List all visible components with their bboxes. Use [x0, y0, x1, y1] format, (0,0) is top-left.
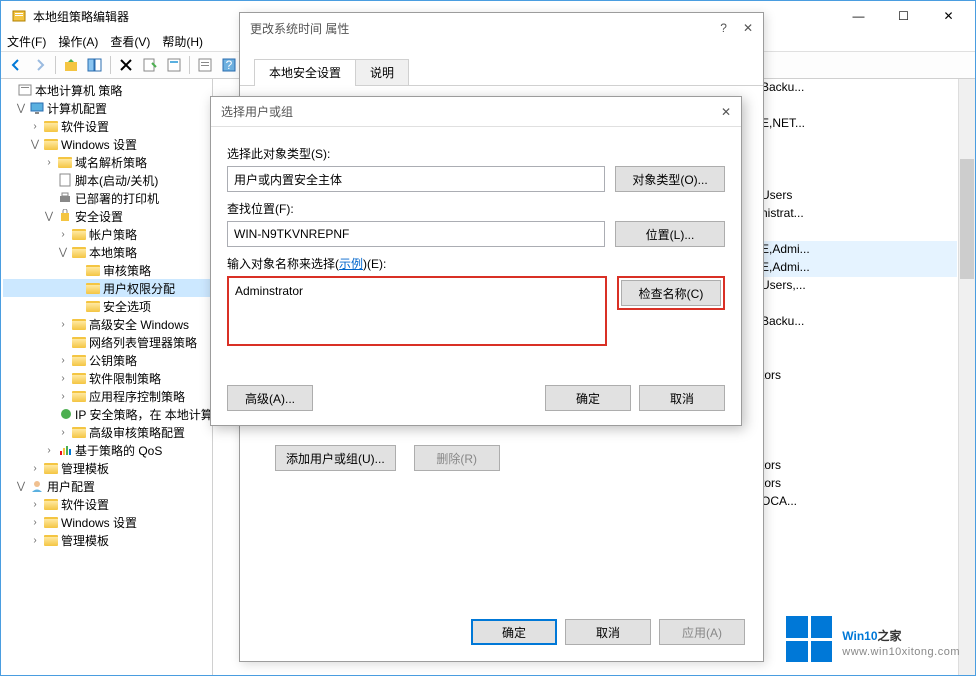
list-item[interactable]: tors [757, 367, 957, 385]
watermark-url: www.win10xitong.com [842, 646, 960, 658]
add-user-group-button[interactable]: 添加用户或组(U)... [275, 445, 396, 471]
cancel-button[interactable]: 取消 [639, 385, 725, 411]
list-item[interactable] [757, 439, 957, 457]
minimize-button[interactable]: — [836, 1, 881, 31]
select-title: 选择用户或组 [221, 103, 721, 120]
list-item[interactable]: tors [757, 457, 957, 475]
security-icon [57, 208, 73, 224]
location-field: WIN-N9TKVNREPNF [227, 221, 605, 247]
list-item[interactable]: Users [757, 187, 957, 205]
ok-button[interactable]: 确定 [545, 385, 631, 411]
qos-icon [57, 442, 73, 458]
ok-button[interactable]: 确定 [471, 619, 557, 645]
export-icon[interactable] [139, 54, 161, 76]
names-label: 输入对象名称来选择(示例)(E): [227, 255, 725, 272]
check-names-button[interactable]: 检查名称(C) [621, 280, 721, 306]
list-item[interactable] [757, 223, 957, 241]
tree-root[interactable]: 本地计算机 策略 [35, 82, 122, 99]
close-button[interactable]: ✕ [721, 105, 731, 119]
list-item[interactable] [757, 295, 957, 313]
list-item[interactable] [757, 331, 957, 349]
example-link[interactable]: 示例 [339, 257, 363, 271]
tree-panel[interactable]: 本地计算机 策略 ⋁计算机配置 ›软件设置 ⋁Windows 设置 ›域名解析策… [1, 79, 213, 675]
object-type-field: 用户或内置安全主体 [227, 166, 605, 192]
select-user-dialog: 选择用户或组 ✕ 选择此对象类型(S): 用户或内置安全主体 对象类型(O)..… [210, 96, 742, 426]
menu-view[interactable]: 查看(V) [110, 33, 150, 50]
delete-icon[interactable] [115, 54, 137, 76]
object-names-input[interactable]: Adminstrator [227, 276, 607, 346]
up-button[interactable] [60, 54, 82, 76]
tab-strip: 本地安全设置 说明 [240, 43, 763, 86]
list-item[interactable] [757, 349, 957, 367]
policy-icon [17, 82, 33, 98]
list-item[interactable]: Backu... [757, 79, 957, 97]
list-item[interactable]: E,Admi... [757, 241, 957, 259]
menu-help[interactable]: 帮助(H) [162, 33, 203, 50]
svg-text:?: ? [226, 58, 233, 72]
object-type-label: 选择此对象类型(S): [227, 145, 725, 162]
menu-file[interactable]: 文件(F) [7, 33, 46, 50]
watermark: Win10之家 www.win10xitong.com [786, 616, 960, 662]
list-item[interactable]: E,NET... [757, 115, 957, 133]
show-hide-button[interactable] [84, 54, 106, 76]
list-item[interactable]: E,Admi... [757, 259, 957, 277]
properties-titlebar[interactable]: 更改系统时间 属性 ? ✕ [240, 13, 763, 43]
computer-icon [29, 100, 45, 116]
list-item[interactable]: Backu... [757, 313, 957, 331]
menu-action[interactable]: 操作(A) [58, 33, 98, 50]
cancel-button[interactable]: 取消 [565, 619, 651, 645]
help-icon[interactable]: ? [218, 54, 240, 76]
script-icon [57, 172, 73, 188]
ipsec-icon [59, 406, 73, 422]
select-titlebar[interactable]: 选择用户或组 ✕ [211, 97, 741, 127]
scrollbar-thumb[interactable] [960, 159, 974, 279]
watermark-brand: Win10之家 [842, 620, 960, 646]
list-item[interactable]: tors [757, 475, 957, 493]
list-item[interactable] [757, 97, 957, 115]
list-item[interactable] [757, 421, 957, 439]
delete-button: 删除(R) [414, 445, 500, 471]
list-item[interactable] [757, 385, 957, 403]
list-item[interactable] [757, 169, 957, 187]
tab-local-security[interactable]: 本地安全设置 [254, 59, 356, 86]
properties-icon[interactable] [163, 54, 185, 76]
printer-icon [57, 190, 73, 206]
close-button[interactable]: ✕ [926, 1, 971, 31]
list-item[interactable]: OCA... [757, 493, 957, 511]
windows-logo-icon [786, 616, 832, 662]
app-icon [11, 8, 27, 24]
advanced-button[interactable]: 高级(A)... [227, 385, 313, 411]
close-button[interactable]: ✕ [743, 21, 753, 35]
user-icon [29, 478, 45, 494]
properties-title: 更改系统时间 属性 [250, 20, 720, 37]
list-item[interactable]: nistrat... [757, 205, 957, 223]
forward-button[interactable] [29, 54, 51, 76]
list-item[interactable] [757, 151, 957, 169]
tab-explain[interactable]: 说明 [355, 59, 409, 86]
list-item[interactable]: Users,... [757, 277, 957, 295]
refresh-icon[interactable] [194, 54, 216, 76]
help-button[interactable]: ? [720, 21, 727, 35]
maximize-button[interactable]: ☐ [881, 1, 926, 31]
list-item[interactable] [757, 403, 957, 421]
vertical-scrollbar[interactable] [958, 79, 975, 675]
policy-list[interactable]: Backu... E,NET... Usersnistrat... E,Admi… [757, 79, 957, 675]
back-button[interactable] [5, 54, 27, 76]
location-button[interactable]: 位置(L)... [615, 221, 725, 247]
object-types-button[interactable]: 对象类型(O)... [615, 166, 725, 192]
list-item[interactable] [757, 133, 957, 151]
location-label: 查找位置(F): [227, 200, 725, 217]
apply-button: 应用(A) [659, 619, 745, 645]
tree-user-rights[interactable]: 用户权限分配 [103, 280, 175, 297]
